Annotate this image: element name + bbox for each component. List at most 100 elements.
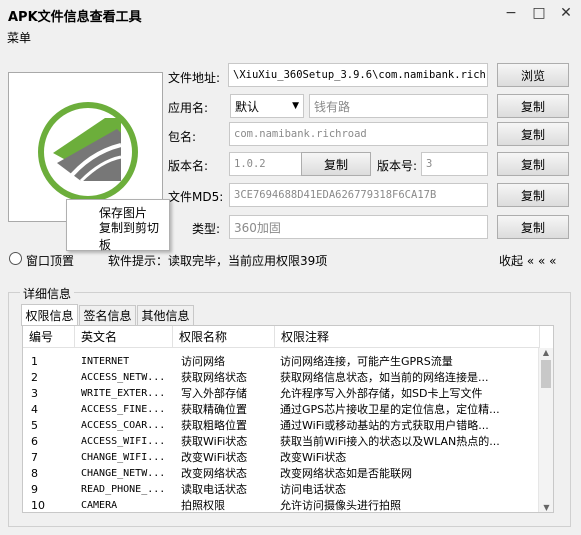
cell-note: 访问网络连接，可能产生GPRS流量: [280, 355, 453, 368]
column-header-id[interactable]: 编号: [23, 326, 75, 348]
table-row[interactable]: 7 CHANGE_WIFI... 改变WiFi状态 改变WiFi状态: [23, 449, 540, 465]
copy-version-code-button[interactable]: 复制: [497, 152, 569, 176]
file-path-label: 文件地址:: [168, 71, 221, 85]
table-row[interactable]: 2 ACCESS_NETW... 获取网络状态 获取网络信息状态，如当前的网络连接是.…: [23, 369, 540, 385]
scroll-up-icon[interactable]: ▲: [539, 348, 553, 360]
cell-name: INTERNET: [81, 355, 130, 367]
md5-field[interactable]: 3CE7694688D41EDA626779318F6CA17B: [229, 183, 488, 207]
cell-name: ACCESS_COAR...: [81, 419, 166, 431]
type-label: 类型:: [192, 222, 221, 236]
cell-perm: 获取粗略位置: [181, 419, 247, 432]
column-header-perm[interactable]: 权限名称: [173, 326, 275, 348]
table-scrollbar[interactable]: ▲ ▼: [538, 348, 553, 512]
table-row[interactable]: 6 ACCESS_WIFI... 获取WiFi状态 获取当前WiFi接入的状态以及WL…: [23, 433, 540, 449]
cell-id: 10: [31, 498, 45, 512]
cell-id: 3: [31, 386, 38, 400]
browse-button[interactable]: 浏览: [497, 63, 569, 87]
table-row[interactable]: 8 CHANGE_NETW... 改变网络状态 改变网络状态如是否能联网: [23, 465, 540, 481]
minimize-button[interactable]: −: [500, 4, 522, 22]
chevron-down-icon: ▼: [292, 101, 299, 111]
cell-perm: 获取网络状态: [181, 371, 247, 384]
context-menu: 保存图片 复制到剪切板: [66, 199, 170, 252]
close-icon: ✕: [560, 5, 572, 21]
permissions-table: 编号 英文名 权限名称 权限注释 1 INTERNET 访问网络 访问网络连接，可能产…: [22, 325, 554, 513]
cell-id: 8: [31, 466, 38, 480]
cell-id: 5: [31, 418, 38, 432]
app-name-select[interactable]: 默认 ▼: [230, 94, 304, 118]
table-row[interactable]: 10 CAMERA 拍照权限 允许访问摄像头进行拍照: [23, 497, 540, 513]
cell-name: CHANGE_NETW...: [81, 467, 166, 479]
cell-perm: 访问网络: [181, 355, 225, 368]
cell-name: READ_PHONE_...: [81, 483, 166, 495]
cell-name: CHANGE_WIFI...: [81, 451, 166, 463]
column-header-name[interactable]: 英文名: [75, 326, 173, 348]
topmost-label[interactable]: 窗口顶置: [26, 252, 74, 269]
cell-id: 7: [31, 450, 38, 464]
cell-id: 2: [31, 370, 38, 384]
cell-note: 改变WiFi状态: [280, 451, 347, 464]
cell-perm: 改变WiFi状态: [181, 451, 248, 464]
file-path-field[interactable]: \XiuXiu_360Setup_3.9.6\com.namibank.rich…: [228, 63, 488, 87]
table-row[interactable]: 3 WRITE_EXTER... 写入外部存储 允许程序写入外部存储，如SD卡上写文件: [23, 385, 540, 401]
copy-type-button[interactable]: 复制: [497, 215, 569, 239]
table-row[interactable]: 4 ACCESS_FINE... 获取精确位置 通过GPS芯片接收卫星的定位信息，定位…: [23, 401, 540, 417]
copy-package-button[interactable]: 复制: [497, 122, 569, 146]
copy-md5-button[interactable]: 复制: [497, 183, 569, 207]
cell-id: 9: [31, 482, 38, 496]
tab-signature[interactable]: 签名信息: [79, 305, 136, 325]
cell-note: 改变网络状态如是否能联网: [280, 467, 412, 480]
app-name-field[interactable]: 钱有路: [309, 94, 488, 118]
scroll-thumb[interactable]: [541, 360, 551, 388]
cell-id: 1: [31, 354, 38, 368]
copy-version-name-button[interactable]: 复制: [301, 152, 371, 176]
package-field[interactable]: com.namibank.richroad: [229, 122, 488, 146]
cell-name: WRITE_EXTER...: [81, 387, 166, 399]
collapse-button[interactable]: 收起 « « «: [499, 252, 556, 269]
context-copy-clipboard[interactable]: 复制到剪切板: [67, 221, 169, 252]
cell-note: 获取网络信息状态，如当前的网络连接是...: [280, 371, 489, 384]
cell-perm: 获取WiFi状态: [181, 435, 248, 448]
cell-name: CAMERA: [81, 499, 118, 511]
cell-name: ACCESS_WIFI...: [81, 435, 166, 447]
cell-perm: 获取精确位置: [181, 403, 247, 416]
close-button[interactable]: ✕: [555, 4, 577, 22]
package-label: 包名:: [168, 130, 197, 144]
tab-other[interactable]: 其他信息: [137, 305, 194, 325]
version-code-field[interactable]: 3: [421, 152, 488, 176]
cell-note: 允许访问摄像头进行拍照: [280, 499, 401, 512]
scroll-down-icon[interactable]: ▼: [539, 503, 553, 512]
maximize-button[interactable]: □: [528, 4, 550, 22]
table-row[interactable]: 9 READ_PHONE_... 读取电话状态 访问电话状态: [23, 481, 540, 497]
cell-note: 允许程序写入外部存储，如SD卡上写文件: [280, 387, 483, 400]
details-group-title: 详细信息: [20, 285, 75, 302]
cell-id: 4: [31, 402, 38, 416]
type-field[interactable]: 360加固: [229, 215, 488, 239]
cell-note: 通过WiFi或移动基站的方式获取用户错略...: [280, 419, 489, 432]
cell-perm: 改变网络状态: [181, 467, 247, 480]
cell-note: 访问电话状态: [280, 483, 346, 496]
cell-perm: 拍照权限: [181, 499, 225, 512]
md5-label: 文件MD5:: [168, 190, 224, 204]
status-hint: 软件提示：读取完毕，当前应用权限39项: [108, 254, 328, 268]
cell-id: 6: [31, 434, 38, 448]
maximize-icon: □: [532, 5, 546, 21]
cell-note: 获取当前WiFi接入的状态以及WLAN热点的...: [280, 435, 500, 448]
app-name-label: 应用名:: [168, 101, 209, 115]
cell-name: ACCESS_FINE...: [81, 403, 166, 415]
cell-name: ACCESS_NETW...: [81, 371, 166, 383]
cell-perm: 读取电话状态: [181, 483, 247, 496]
table-row[interactable]: 5 ACCESS_COAR... 获取粗略位置 通过WiFi或移动基站的方式获取用户错…: [23, 417, 540, 433]
menu-item[interactable]: 菜单: [7, 29, 31, 46]
tab-permissions[interactable]: 权限信息: [21, 304, 78, 326]
version-name-label: 版本名:: [168, 159, 209, 173]
topmost-radio[interactable]: [9, 252, 22, 265]
cell-note: 通过GPS芯片接收卫星的定位信息，定位精...: [280, 403, 500, 416]
app-name-select-value: 默认: [235, 99, 260, 114]
column-header-note[interactable]: 权限注释: [275, 326, 540, 348]
version-code-label: 版本号:: [377, 159, 418, 173]
copy-app-name-button[interactable]: 复制: [497, 94, 569, 118]
table-row[interactable]: 1 INTERNET 访问网络 访问网络连接，可能产生GPRS流量: [23, 353, 540, 369]
window-title: APK文件信息查看工具: [8, 10, 142, 25]
cell-perm: 写入外部存储: [181, 387, 247, 400]
minimize-icon: −: [505, 5, 517, 21]
